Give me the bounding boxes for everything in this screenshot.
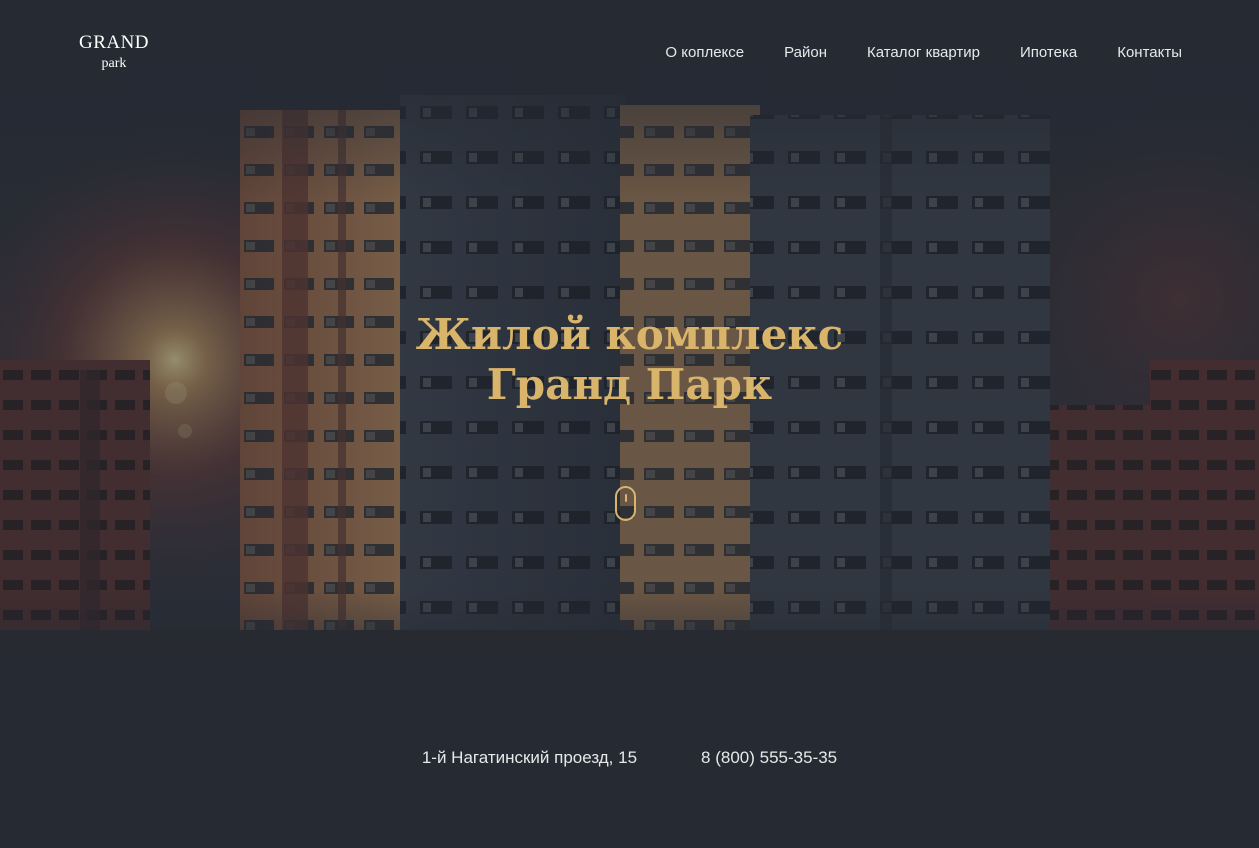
- hero-title-line-1: Жилой комплекс: [415, 310, 844, 359]
- nav-item-contacts[interactable]: Контакты: [1117, 44, 1182, 61]
- contact-info: 1-й Нагатинский проезд, 15 8 (800) 555-3…: [0, 748, 1259, 768]
- nav-item-mortgage[interactable]: Ипотека: [1020, 44, 1077, 61]
- hero-title-line-2: Гранд Парк: [486, 360, 773, 409]
- hero-title: Жилой комплекс Гранд Парк: [0, 310, 1259, 410]
- main-nav: О коплексе Район Каталог квартир Ипотека…: [665, 44, 1182, 61]
- mouse-scroll-icon[interactable]: [615, 486, 636, 521]
- phone-link[interactable]: 8 (800) 555-35-35: [701, 748, 837, 768]
- hero-background-image: [0, 0, 1259, 848]
- nav-item-district[interactable]: Район: [784, 44, 827, 61]
- nav-item-about[interactable]: О коплексе: [665, 44, 744, 61]
- logo[interactable]: GRAND park: [76, 33, 152, 71]
- mouse-wheel-icon: [624, 494, 627, 502]
- logo-sub-text: park: [101, 56, 127, 71]
- logo-main-text: GRAND: [78, 32, 150, 53]
- address-text: 1-й Нагатинский проезд, 15: [421, 748, 638, 767]
- nav-item-catalog[interactable]: Каталог квартир: [867, 44, 980, 61]
- landing-page: GRAND park О коплексе Район Каталог квар…: [0, 0, 1259, 848]
